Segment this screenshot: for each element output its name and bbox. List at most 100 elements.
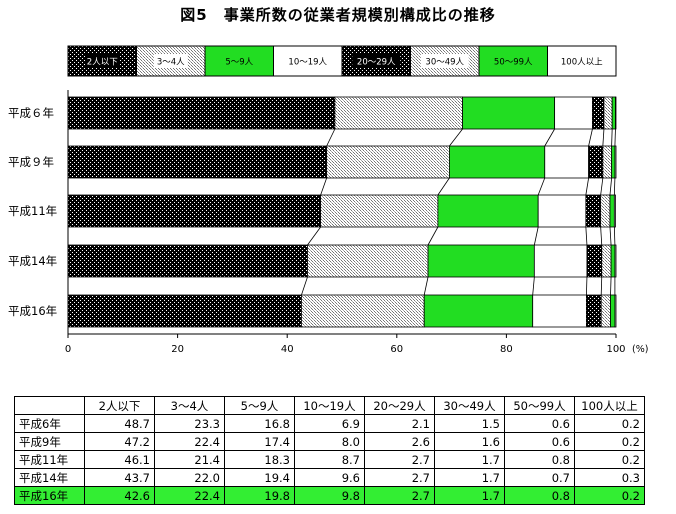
- table-row: 平成9年 47.2 22.4 17.4 8.0 2.6 1.6 0.6 0.2: [14, 432, 645, 451]
- connector-line: [533, 226, 539, 246]
- connector-line: [326, 128, 336, 147]
- table-cell: 0.8: [504, 486, 575, 505]
- table-cell: 9.6: [294, 468, 365, 487]
- connector-line: [600, 226, 603, 246]
- table-row-label: 平成16年: [14, 486, 85, 505]
- legend-label-3: 10～19人: [288, 58, 327, 68]
- bar-segment-2-6: [609, 194, 615, 228]
- table-cell: 9.8: [294, 486, 365, 505]
- bars: 平成６年平成９年平成11年平成14年平成16年: [8, 96, 617, 328]
- table-cell: 0.2: [574, 450, 645, 469]
- x-tick-label-0: 0: [65, 344, 71, 355]
- legend-label-5: 30～49人: [425, 58, 464, 68]
- bar-segment-2-4: [585, 194, 602, 228]
- table-cell: 46.1: [84, 450, 155, 469]
- bar-segment-4-3: [532, 294, 587, 328]
- table-cell: 1.5: [434, 414, 505, 433]
- table-cell: 1.7: [434, 450, 505, 469]
- bar-segment-2-5: [600, 194, 611, 228]
- table-cell: 2.7: [364, 486, 435, 505]
- x-tick-label-5: 100: [606, 344, 625, 355]
- table-cell: 19.8: [224, 486, 295, 505]
- bar-segment-0-5: [603, 96, 613, 130]
- bar-segment-4-7: [614, 294, 617, 328]
- connector-line: [537, 177, 546, 196]
- bar-segment-1-5: [602, 145, 613, 179]
- bar-segment-1-0: [67, 145, 328, 179]
- bar-segment-1-3: [544, 145, 590, 179]
- bar-segment-4-5: [600, 294, 611, 328]
- bar-segment-2-0: [67, 194, 322, 228]
- bar-segment-1-7: [614, 145, 617, 179]
- table-body: 平成6年 48.7 23.3 16.8 6.9 2.1 1.5 0.6 0.2 平成9年 47.2 2…: [14, 414, 645, 505]
- table-cell: 1.7: [434, 468, 505, 487]
- x-tick-label-4: 80: [500, 344, 513, 355]
- connector-line: [449, 128, 463, 147]
- bar-segment-3-1: [307, 244, 429, 278]
- table-row: 平成11年 46.1 21.4 18.3 8.7 2.7 1.7 0.8 0.2: [14, 450, 645, 469]
- table-header-row: 2人以下 3～4人 5～9人 10～19人 20～29人 30～49人 50～99人 100人…: [14, 396, 645, 415]
- bar-segment-3-5: [601, 244, 612, 278]
- table-header-cell: 3～4人: [154, 396, 225, 415]
- connector-line: [614, 128, 616, 147]
- legend-label-1: 3～4人: [157, 58, 185, 68]
- bar-segment-4-1: [301, 294, 425, 328]
- bar-segment-4-0: [67, 294, 302, 328]
- bar-segment-3-3: [533, 244, 588, 278]
- table-row-label: 平成14年: [14, 468, 85, 487]
- table-row-label: 平成11年: [14, 450, 85, 469]
- bar-segment-2-2: [437, 194, 539, 228]
- connector-line: [320, 177, 328, 196]
- table-header-cell: 10～19人: [294, 396, 365, 415]
- table-cell: 0.2: [574, 432, 645, 451]
- table-row: 平成6年 48.7 23.3 16.8 6.9 2.1 1.5 0.6 0.2: [14, 414, 645, 433]
- x-tick-label-2: 40: [281, 344, 294, 355]
- legend: 2人以下 3～4人 5～9人 10～19人 20～29人 30～49人 50～99人 100人…: [67, 45, 617, 77]
- connector-line: [586, 276, 588, 296]
- bar-segment-4-4: [586, 294, 602, 328]
- table-header-cell: 2人以下: [84, 396, 155, 415]
- bar-segment-0-0: [67, 96, 336, 130]
- bar-segment-1-4: [588, 145, 604, 179]
- connector-line: [609, 177, 613, 196]
- table-cell: 1.7: [434, 486, 505, 505]
- connector-line: [423, 276, 429, 296]
- connector-line: [610, 276, 612, 296]
- x-axis-unit: (%): [632, 344, 648, 355]
- bar-segment-2-3: [537, 194, 587, 228]
- connector-line: [588, 128, 593, 147]
- table-header-cell: 100人以上: [574, 396, 645, 415]
- category-label-4: 平成16年: [8, 304, 57, 318]
- connector-line: [611, 128, 613, 147]
- legend-label-2: 5～9人: [225, 58, 253, 68]
- bar-segment-0-2: [462, 96, 556, 130]
- table-cell: 8.0: [294, 432, 365, 451]
- bar-segment-3-6: [610, 244, 616, 278]
- table-header-cell: 30～49人: [434, 396, 505, 415]
- bar-segment-2-1: [320, 194, 439, 228]
- table-row-label: 平成9年: [14, 432, 85, 451]
- table-cell: 0.8: [504, 450, 575, 469]
- table-header-cell: 20～29人: [364, 396, 435, 415]
- bar-segment-1-2: [449, 145, 546, 179]
- table-cell: 6.9: [294, 414, 365, 433]
- bar-segment-0-1: [334, 96, 463, 130]
- table-cell: 0.6: [504, 414, 575, 433]
- table-cell: 16.8: [224, 414, 295, 433]
- table-cell: 2.6: [364, 432, 435, 451]
- connector-line: [544, 128, 555, 147]
- table-cell: 22.0: [154, 468, 225, 487]
- bar-segment-1-6: [611, 145, 616, 179]
- connector-line: [301, 276, 308, 296]
- bar-segment-0-6: [611, 96, 616, 130]
- data-table: 2人以下 3～4人 5～9人 10～19人 20～29人 30～49人 50～99人 100人…: [14, 396, 645, 505]
- table-cell: 21.4: [154, 450, 225, 469]
- data-table-container: 2人以下 3～4人 5～9人 10～19人 20～29人 30～49人 50～99人 100人…: [14, 396, 645, 505]
- table-cell: 47.2: [84, 432, 155, 451]
- bar-segment-3-4: [586, 244, 603, 278]
- bar-segment-0-4: [592, 96, 605, 130]
- bar-segment-3-7: [614, 244, 617, 278]
- connector-line: [532, 276, 535, 296]
- x-tick-label-3: 60: [390, 344, 403, 355]
- table-cell: 23.3: [154, 414, 225, 433]
